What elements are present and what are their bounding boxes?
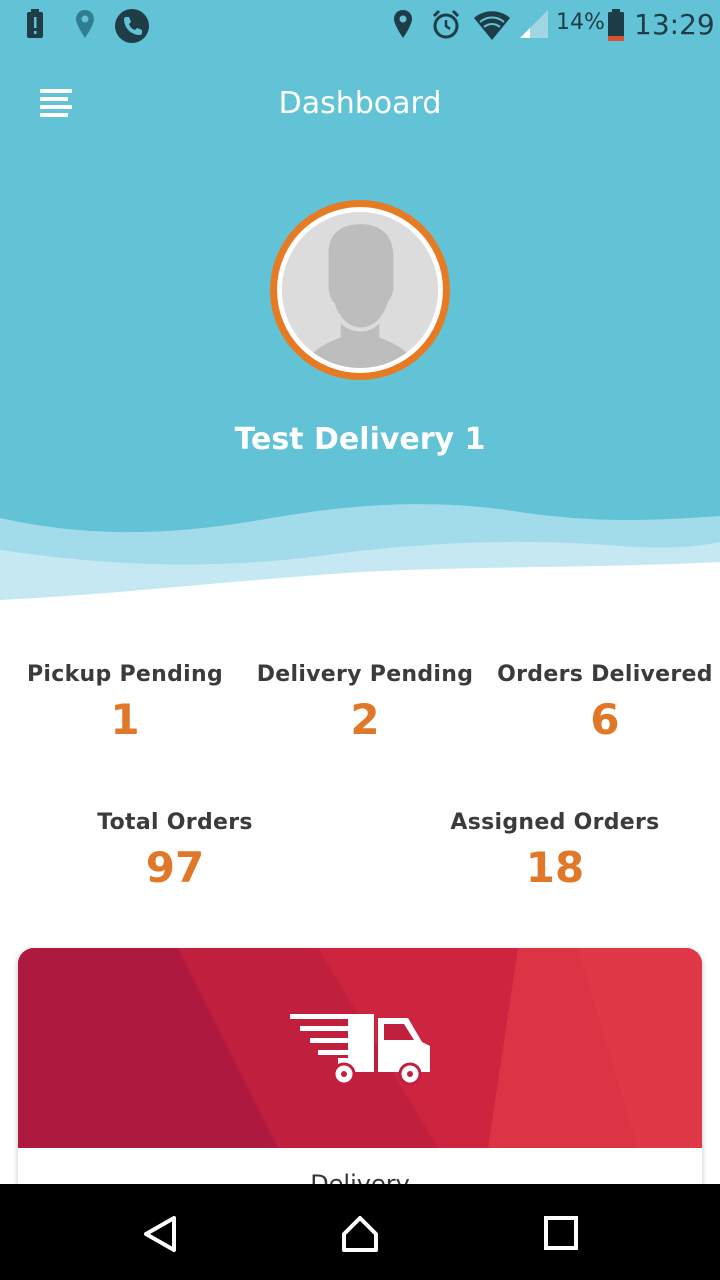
recents-icon bbox=[544, 1216, 578, 1250]
avatar-frame bbox=[277, 207, 443, 373]
delivery-card[interactable]: Delivery bbox=[18, 948, 702, 1208]
stat-orders-delivered[interactable]: Orders Delivered 6 bbox=[495, 662, 715, 744]
stat-label: Orders Delivered bbox=[497, 662, 713, 687]
wifi-icon bbox=[474, 11, 510, 40]
stat-assigned-orders[interactable]: Assigned Orders 18 bbox=[445, 810, 665, 892]
delivery-truck-icon bbox=[290, 1014, 430, 1086]
stat-value: 1 bbox=[110, 695, 140, 744]
stat-delivery-pending[interactable]: Delivery Pending 2 bbox=[255, 662, 475, 744]
clock: 13:29 bbox=[634, 8, 715, 41]
stat-label: Delivery Pending bbox=[256, 662, 474, 687]
stat-value: 6 bbox=[590, 695, 620, 744]
status-bar: 14% 13:29 bbox=[0, 0, 720, 50]
avatar[interactable] bbox=[270, 200, 450, 380]
signal-icon bbox=[520, 10, 548, 38]
page-title: Dashboard bbox=[278, 86, 442, 121]
stat-label: Assigned Orders bbox=[450, 810, 660, 835]
header-waves bbox=[0, 504, 720, 620]
location-icon bbox=[394, 10, 412, 38]
stat-value: 2 bbox=[350, 695, 380, 744]
phone-icon bbox=[115, 9, 149, 43]
stat-total-orders[interactable]: Total Orders 97 bbox=[70, 810, 280, 892]
navigation-bar bbox=[0, 1184, 720, 1280]
stat-value: 97 bbox=[145, 843, 205, 892]
back-icon bbox=[144, 1216, 176, 1252]
location-icon bbox=[76, 10, 94, 38]
avatar-placeholder-icon bbox=[282, 212, 438, 368]
battery-icon bbox=[608, 9, 624, 41]
stat-pickup-pending[interactable]: Pickup Pending 1 bbox=[20, 662, 230, 744]
home-icon bbox=[342, 1216, 378, 1252]
alarm-icon bbox=[432, 9, 460, 39]
user-name: Test Delivery 1 bbox=[234, 422, 486, 457]
home-button[interactable] bbox=[340, 1214, 380, 1254]
battery-percent: 14% bbox=[556, 10, 605, 35]
stat-label: Pickup Pending bbox=[26, 662, 223, 687]
stat-label: Total Orders bbox=[97, 810, 253, 835]
battery-alert-icon bbox=[27, 9, 43, 38]
stat-value: 18 bbox=[525, 843, 585, 892]
dashboard-screen: 14% 13:29 Dashboard Test Delivery 1 Pick… bbox=[0, 0, 720, 1280]
recents-button[interactable] bbox=[542, 1214, 582, 1254]
back-button[interactable] bbox=[140, 1214, 180, 1254]
